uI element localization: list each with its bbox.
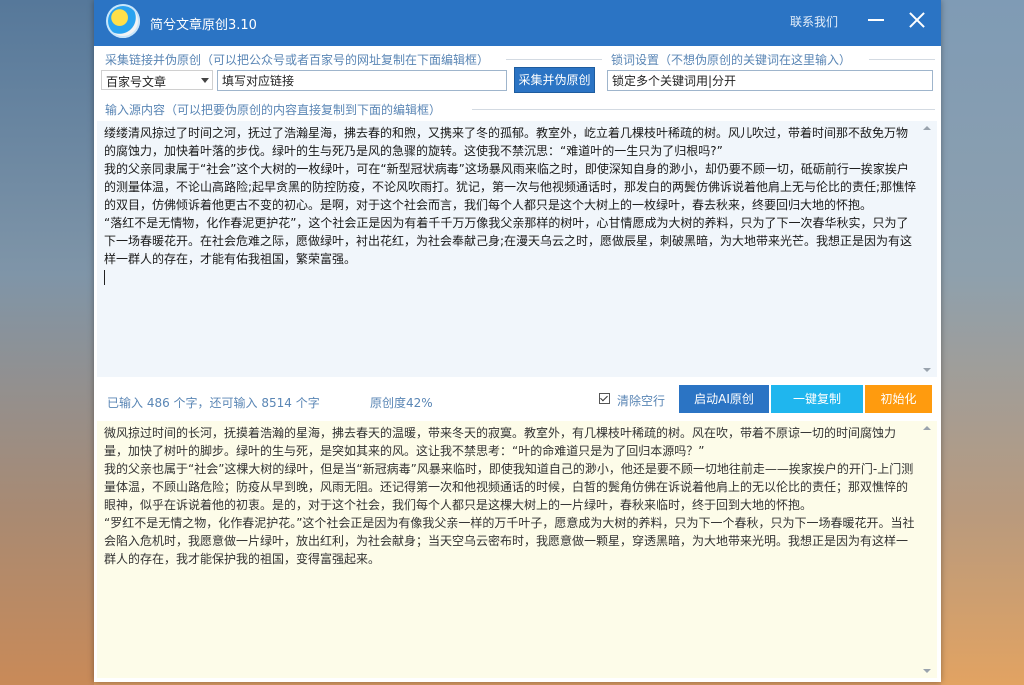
source-scrollbar[interactable]	[920, 121, 934, 377]
desktop-background-left	[0, 0, 94, 685]
collect-rewrite-button[interactable]: 采集并伪原创	[514, 67, 595, 93]
start-ai-rewrite-button[interactable]: 启动AI原创	[679, 385, 769, 413]
window-title: 简兮文章原创3.10	[150, 18, 257, 33]
clear-blank-label[interactable]: 清除空行	[617, 392, 665, 409]
clear-blank-checkbox[interactable]	[599, 393, 610, 404]
output-paragraph: “罗红不是无情之物，化作春泥护花。”这个社会正是因为有像我父亲一样的万千叶子，愿…	[104, 516, 915, 566]
desktop-background-right	[941, 0, 1024, 685]
title-bar: 简兮文章原创3.10 联系我们	[94, 0, 941, 46]
source-paragraph: 缕缕清风掠过了时间之河，抚过了浩瀚星海，拂去春的和煦，又携来了冬的孤郁。教室外，…	[104, 126, 909, 158]
input-group-divider	[472, 109, 935, 110]
scroll-down-icon[interactable]	[923, 368, 931, 372]
output-paragraph: 我的父亲也属于“社会”这棵大树的绿叶，但是当“新冠病毒”风暴来临时，即使我知道自…	[104, 462, 914, 512]
scroll-down-icon[interactable]	[923, 669, 931, 673]
app-window: 简兮文章原创3.10 联系我们 采集链接并伪原创（可以把公众号或者百家号的网址复…	[94, 0, 941, 682]
minimize-icon[interactable]	[865, 8, 887, 32]
collect-section-label: 采集链接并伪原创（可以把公众号或者百家号的网址复制在下面编辑框）	[105, 53, 490, 67]
originality-text: 原创度42%	[370, 396, 433, 410]
chevron-down-icon	[201, 78, 209, 83]
source-type-select[interactable]: 百家号文章	[101, 70, 213, 90]
output-paragraph: 微风掠过时间的长河，抚摸着浩瀚的星海，拂去春天的温暖，带来冬天的寂寞。教室外，有…	[104, 426, 897, 458]
lock-words-section-label: 锁词设置（不想伪原创的关键词在这里输入）	[611, 53, 852, 67]
source-paragraph: 我的父亲同隶属于“社会”这个大树的一枚绿叶，可在“新型冠状病毒”这场暴风雨来临之…	[104, 162, 917, 212]
source-paragraph: “落红不是无情物，化作春泥更护花”，这个社会正是因为有着千千万万像我父亲那样的树…	[104, 216, 913, 266]
initialize-button[interactable]: 初始化	[865, 385, 932, 413]
output-scrollbar[interactable]	[920, 421, 934, 678]
text-cursor	[104, 270, 105, 285]
source-text-editor[interactable]: 缕缕清风掠过了时间之河，抚过了浩瀚星海，拂去春的和煦，又携来了冬的孤郁。教室外，…	[97, 121, 937, 377]
close-icon[interactable]	[905, 8, 929, 32]
lock-group-divider	[869, 59, 935, 60]
input-section-label: 输入源内容（可以把要伪原创的内容直接复制到下面的编辑框）	[105, 103, 442, 117]
app-logo-icon	[106, 4, 140, 38]
collect-group-divider	[506, 59, 602, 60]
link-input[interactable]	[217, 70, 507, 91]
one-click-copy-button[interactable]: 一键复制	[771, 385, 863, 413]
source-type-value: 百家号文章	[106, 75, 167, 89]
char-count-text: 已输入 486 个字，还可输入 8514 个字	[107, 396, 320, 410]
output-text-editor[interactable]: 微风掠过时间的长河，抚摸着浩瀚的星海，拂去春天的温暖，带来冬天的寂寞。教室外，有…	[97, 421, 937, 678]
lock-words-input[interactable]	[607, 70, 933, 91]
contact-link[interactable]: 联系我们	[790, 13, 838, 30]
scroll-up-icon[interactable]	[923, 426, 931, 430]
scroll-up-icon[interactable]	[923, 126, 931, 130]
